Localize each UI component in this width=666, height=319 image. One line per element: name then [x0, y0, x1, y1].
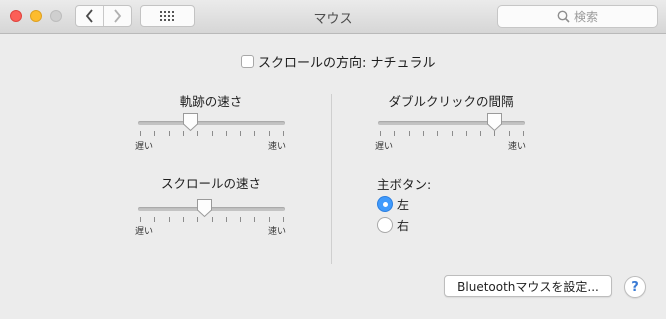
- slider-tick: [509, 131, 510, 136]
- slider-tick: [269, 217, 270, 222]
- slider-tick: [240, 131, 241, 136]
- right-radio-label: 右: [397, 218, 410, 233]
- slider-tick: [480, 131, 481, 136]
- tracking-speed-min-label: 遅い: [135, 142, 154, 152]
- slider-tick: [283, 217, 284, 222]
- column-divider: [331, 94, 332, 264]
- slider-tick: [212, 131, 213, 136]
- double-click-speed-max-label: 速い: [508, 142, 527, 152]
- slider-tick: [437, 131, 438, 136]
- slider-tick: [240, 217, 241, 222]
- double-click-speed-label: ダブルクリックの間隔: [388, 94, 514, 109]
- natural-scroll-option[interactable]: スクロールの方向: ナチュラル: [241, 53, 436, 71]
- slider-tick: [254, 217, 255, 222]
- slider-tick: [169, 131, 170, 136]
- primary-button-left-option[interactable]: 左: [377, 195, 409, 213]
- help-button[interactable]: ?: [624, 276, 646, 298]
- slider-tick: [269, 131, 270, 136]
- double-click-speed-slider[interactable]: [378, 112, 525, 152]
- left-radio[interactable]: [377, 196, 393, 212]
- search-input[interactable]: 検索: [497, 5, 658, 28]
- right-radio[interactable]: [377, 217, 393, 233]
- slider-ticks: [138, 131, 285, 137]
- slider-tick: [154, 217, 155, 222]
- scrolling-speed-min-label: 遅い: [135, 227, 154, 237]
- slider-tick: [380, 131, 381, 136]
- scrolling-speed-slider[interactable]: [138, 198, 285, 238]
- slider-tick: [226, 131, 227, 136]
- double-click-speed-min-label: 遅い: [375, 142, 394, 152]
- slider-track: [138, 121, 285, 125]
- tracking-speed-slider[interactable]: [138, 112, 285, 152]
- primary-button-label: 主ボタン:: [377, 177, 432, 192]
- slider-tick: [409, 131, 410, 136]
- slider-tick: [423, 131, 424, 136]
- slider-tick: [183, 217, 184, 222]
- natural-scroll-checkbox[interactable]: [241, 54, 254, 68]
- slider-tick: [452, 131, 453, 136]
- slider-tick: [169, 217, 170, 222]
- left-radio-label: 左: [397, 197, 410, 212]
- slider-tick: [466, 131, 467, 136]
- slider-tick: [523, 131, 524, 136]
- title-bar: マウス 検索: [0, 0, 666, 34]
- slider-tick: [254, 131, 255, 136]
- tracking-speed-label: 軌跡の速さ: [179, 94, 243, 109]
- slider-tick: [394, 131, 395, 136]
- slider-tick: [140, 131, 141, 136]
- slider-thumb[interactable]: [196, 198, 213, 218]
- primary-button-right-option[interactable]: 右: [377, 216, 409, 234]
- tracking-speed-max-label: 速い: [268, 142, 287, 152]
- slider-tick: [154, 131, 155, 136]
- scrolling-speed-label: スクロールの速さ: [160, 176, 261, 191]
- scrolling-speed-max-label: 速い: [268, 227, 287, 237]
- slider-thumb[interactable]: [182, 112, 199, 132]
- natural-scroll-label: スクロールの方向: ナチュラル: [258, 55, 436, 71]
- setup-bluetooth-mouse-button[interactable]: Bluetoothマウスを設定...: [444, 275, 612, 297]
- slider-tick: [226, 217, 227, 222]
- slider-tick: [283, 131, 284, 136]
- slider-thumb[interactable]: [486, 112, 503, 132]
- slider-tick: [140, 217, 141, 222]
- search-placeholder: 検索: [573, 10, 598, 24]
- search-icon: [557, 10, 570, 23]
